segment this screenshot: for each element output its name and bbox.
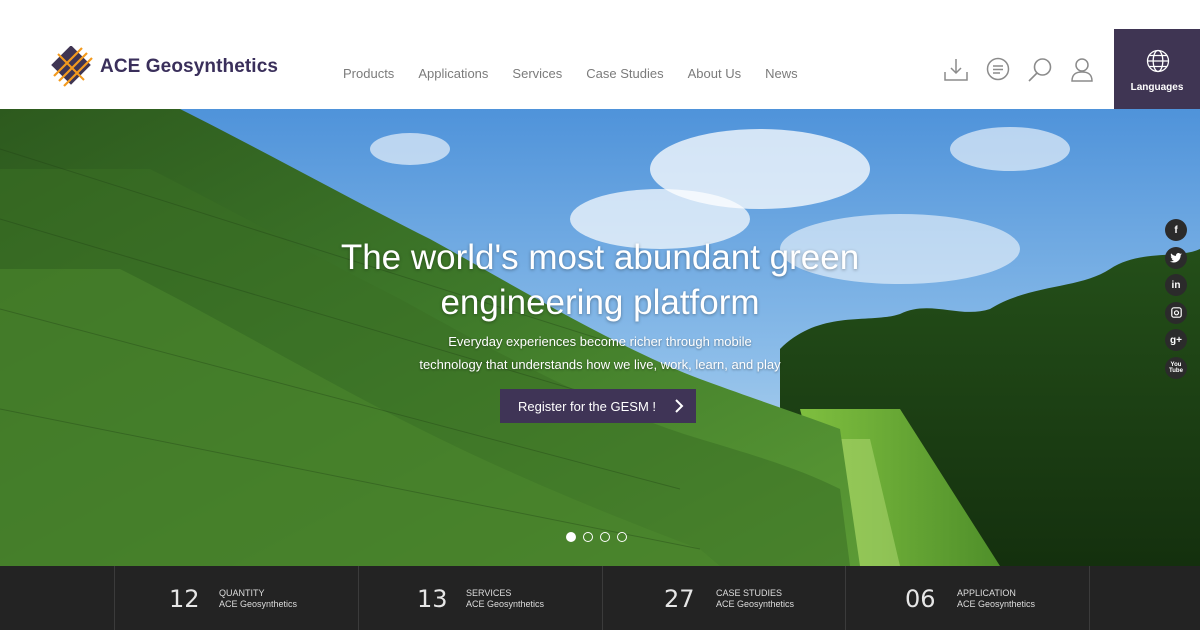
slider-dots bbox=[566, 532, 634, 542]
hero-title: The world's most abundant green engineer… bbox=[250, 235, 950, 325]
stats-divider bbox=[602, 566, 603, 630]
logo[interactable]: ACE Geosynthetics bbox=[48, 46, 278, 88]
chat-icon[interactable] bbox=[984, 56, 1012, 84]
nav-products[interactable]: Products bbox=[343, 66, 394, 81]
google-plus-icon[interactable]: g+ bbox=[1165, 329, 1187, 351]
stat-services-caption: SERVICES ACE Geosynthetics bbox=[466, 588, 544, 610]
slider-dot-1[interactable] bbox=[566, 532, 576, 542]
slider-dot-4[interactable] bbox=[617, 532, 627, 542]
stat-application-label: APPLICATION bbox=[957, 588, 1016, 598]
slider-dot-3[interactable] bbox=[600, 532, 610, 542]
stat-case-studies-caption: CASE STUDIES ACE Geosynthetics bbox=[716, 588, 794, 610]
stat-services-sub: ACE Geosynthetics bbox=[466, 599, 545, 609]
logo-mark-icon bbox=[51, 46, 93, 87]
hero-title-line2: engineering platform bbox=[440, 283, 760, 322]
linkedin-glyph: in bbox=[1171, 279, 1181, 291]
hero-subtitle-line2: technology that understands how we live,… bbox=[419, 357, 781, 372]
stats-divider bbox=[358, 566, 359, 630]
search-icon[interactable] bbox=[1026, 56, 1054, 84]
hero-subtitle: Everyday experiences become richer throu… bbox=[370, 330, 830, 376]
stat-case-studies-number: 27 bbox=[664, 585, 695, 613]
stats-bar: 12 QUANTITY ACE Geosynthetics 13 SERVICE… bbox=[0, 566, 1200, 630]
stat-quantity-sub: ACE Geosynthetics bbox=[219, 599, 298, 609]
youtube-icon[interactable]: You Tube bbox=[1165, 356, 1187, 379]
stat-case-studies-sub: ACE Geosynthetics bbox=[716, 599, 795, 609]
facebook-glyph: f bbox=[1174, 224, 1178, 236]
header-tools bbox=[942, 56, 1110, 84]
nav-services[interactable]: Services bbox=[512, 66, 562, 81]
stat-application-number: 06 bbox=[905, 585, 936, 613]
chevron-right-icon bbox=[675, 399, 684, 413]
hero-banner: The world's most abundant green engineer… bbox=[0, 109, 1200, 566]
stat-application-sub: ACE Geosynthetics bbox=[957, 599, 1036, 609]
nav-news[interactable]: News bbox=[765, 66, 798, 81]
brand-name: ACE Geosynthetics bbox=[100, 56, 279, 77]
nav-about-us[interactable]: About Us bbox=[688, 66, 741, 81]
register-gesm-button[interactable]: Register for the GESM ! bbox=[500, 389, 696, 423]
stat-application-caption: APPLICATION ACE Geosynthetics bbox=[957, 588, 1035, 610]
hero-subtitle-line1: Everyday experiences become richer throu… bbox=[448, 334, 752, 349]
hero-title-line1: The world's most abundant green bbox=[340, 238, 860, 277]
globe-icon bbox=[1146, 49, 1170, 73]
twitter-icon[interactable] bbox=[1165, 246, 1187, 269]
linkedin-icon[interactable]: in bbox=[1165, 274, 1187, 296]
stat-services-number: 13 bbox=[417, 585, 448, 613]
user-icon[interactable] bbox=[1068, 56, 1096, 84]
download-icon[interactable] bbox=[942, 56, 970, 84]
youtube-glyph: You Tube bbox=[1169, 361, 1183, 374]
stat-quantity-label: QUANTITY bbox=[219, 588, 265, 598]
stat-quantity-number: 12 bbox=[169, 585, 200, 613]
languages-button[interactable]: Languages bbox=[1114, 29, 1200, 109]
main-nav: Products Applications Services Case Stud… bbox=[343, 66, 798, 81]
stat-services-label: SERVICES bbox=[466, 588, 512, 598]
stat-quantity-caption: QUANTITY ACE Geosynthetics bbox=[219, 588, 297, 610]
slider-dot-2[interactable] bbox=[583, 532, 593, 542]
google-plus-glyph: g+ bbox=[1170, 334, 1182, 346]
instagram-icon[interactable] bbox=[1165, 301, 1187, 324]
register-gesm-label: Register for the GESM ! bbox=[518, 398, 656, 414]
stats-divider bbox=[114, 566, 115, 630]
languages-label: Languages bbox=[1130, 82, 1184, 93]
nav-case-studies[interactable]: Case Studies bbox=[586, 66, 663, 81]
stats-divider bbox=[845, 566, 846, 630]
social-links: f in g+ You Tube bbox=[1165, 219, 1187, 384]
stats-divider bbox=[1089, 566, 1090, 630]
nav-applications[interactable]: Applications bbox=[418, 66, 488, 81]
facebook-icon[interactable]: f bbox=[1165, 219, 1187, 241]
stat-case-studies-label: CASE STUDIES bbox=[716, 588, 783, 598]
site-header: ACE Geosynthetics Products Applications … bbox=[0, 0, 1200, 109]
